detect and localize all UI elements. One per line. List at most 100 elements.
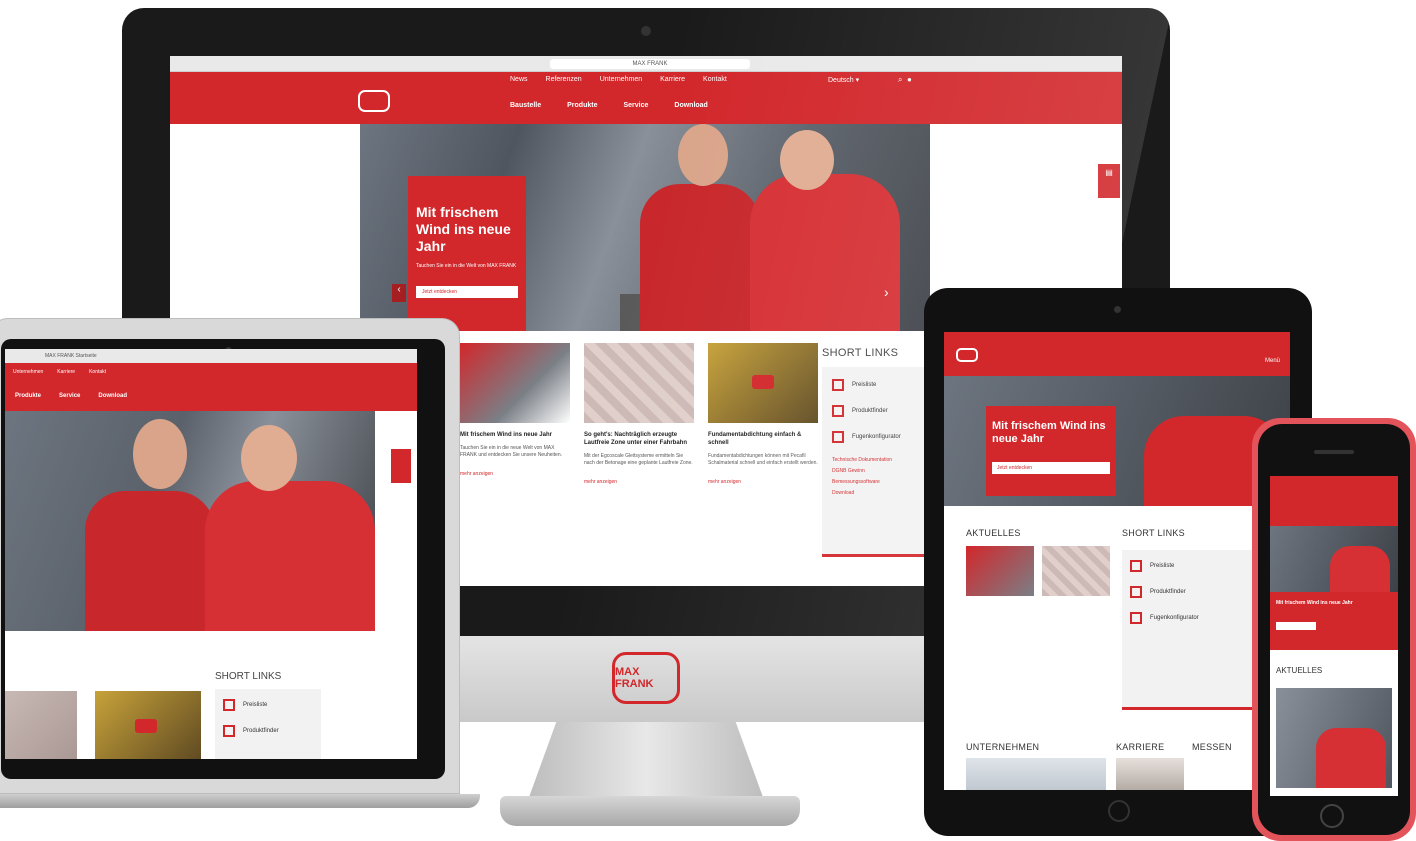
nav-produkte[interactable]: Produkte bbox=[15, 393, 41, 399]
top-link-karriere[interactable]: Karriere bbox=[57, 369, 75, 375]
brand-logo[interactable] bbox=[956, 348, 978, 362]
section-title: AKTUELLES bbox=[966, 528, 1021, 538]
hero-photo-face bbox=[780, 130, 834, 190]
configurator-icon bbox=[1130, 612, 1142, 624]
hero-button[interactable]: Jetzt entdecken bbox=[416, 286, 518, 298]
hero-photo-face bbox=[241, 425, 297, 491]
user-icon[interactable]: ● bbox=[907, 75, 912, 84]
top-link-referenzen[interactable]: Referenzen bbox=[546, 76, 582, 83]
hero-slider bbox=[5, 411, 375, 631]
top-link-karriere[interactable]: Karriere bbox=[660, 76, 685, 83]
language-select[interactable]: Deutsch ▾ bbox=[828, 76, 859, 84]
text-link[interactable]: Bemessungssoftware bbox=[832, 479, 924, 485]
text-link[interactable]: Download bbox=[832, 490, 924, 496]
news-image bbox=[460, 343, 570, 423]
hero-photo-person bbox=[750, 174, 900, 331]
news-more-link[interactable]: mehr anzeigen bbox=[584, 479, 694, 485]
speaker-icon bbox=[1314, 450, 1354, 454]
menu-button[interactable]: Menü bbox=[1265, 358, 1280, 364]
nav-download[interactable]: Download bbox=[98, 393, 127, 399]
hero-photo-person bbox=[205, 481, 375, 631]
main-nav: Baustelle Produkte Service Download bbox=[510, 102, 708, 109]
section-image[interactable] bbox=[966, 758, 1106, 790]
home-button[interactable] bbox=[1320, 804, 1344, 828]
text-link[interactable]: Technische Dokumentation bbox=[832, 457, 924, 463]
news-more-link[interactable]: mehr anzeigen bbox=[460, 471, 570, 477]
finder-icon bbox=[223, 725, 235, 737]
play-icon[interactable] bbox=[752, 375, 774, 389]
nav-service[interactable]: Service bbox=[623, 102, 648, 109]
hero-photo-face bbox=[133, 419, 187, 489]
search-icon[interactable]: ⌕ bbox=[898, 75, 902, 84]
section-title: SHORT LINKS bbox=[1122, 528, 1185, 538]
document-icon bbox=[832, 379, 844, 391]
news-text: Tauchen Sie ein in die neue Welt von MAX… bbox=[460, 445, 563, 458]
news-title: Mit frischem Wind ins neue Jahr bbox=[460, 432, 552, 438]
nav-produkte[interactable]: Produkte bbox=[567, 102, 597, 109]
side-tab[interactable]: ▤ bbox=[1098, 164, 1120, 198]
document-icon bbox=[1130, 560, 1142, 572]
news-card[interactable]: So geht's: Nachträglich erzeugte Lautfre… bbox=[584, 343, 694, 485]
top-link-kontakt[interactable]: Kontakt bbox=[89, 369, 106, 375]
nav-baustelle[interactable]: Baustelle bbox=[510, 102, 541, 109]
news-image bbox=[584, 343, 694, 423]
site-header: Menü bbox=[944, 332, 1290, 376]
top-link-news[interactable]: News bbox=[510, 76, 528, 83]
nav-service[interactable]: Service bbox=[59, 393, 80, 399]
news-image[interactable] bbox=[1042, 546, 1110, 596]
tablet-screen: Menü Mit frischem Wind ins neue Jahr Jet… bbox=[944, 332, 1290, 790]
section-title: AKTUELLES bbox=[1276, 666, 1323, 675]
side-tab[interactable] bbox=[391, 449, 411, 483]
top-link-kontakt[interactable]: Kontakt bbox=[703, 76, 727, 83]
nav-download[interactable]: Download bbox=[674, 102, 707, 109]
short-link-produktfinder[interactable]: Produktfinder bbox=[832, 405, 924, 417]
news-image[interactable] bbox=[1276, 688, 1392, 788]
site-header: Unternehmen Karriere Kontakt Produkte Se… bbox=[5, 363, 417, 411]
text-link[interactable]: DGNB Gewinn bbox=[832, 468, 924, 474]
short-link-fugenkonfigurator[interactable]: Fugenkonfigurator bbox=[1130, 612, 1244, 624]
hero-button[interactable]: Jetzt entdecken bbox=[992, 462, 1110, 474]
finder-icon bbox=[1130, 586, 1142, 598]
news-image[interactable] bbox=[966, 546, 1034, 596]
hero-photo-person bbox=[85, 491, 215, 631]
news-video bbox=[708, 343, 818, 423]
hero-photo-face bbox=[678, 124, 728, 186]
camera-icon bbox=[641, 26, 651, 36]
section-title: UNTERNEHMEN bbox=[966, 742, 1040, 752]
section-title: KARRIERE bbox=[1116, 742, 1165, 752]
chevron-right-icon[interactable]: › bbox=[884, 284, 889, 300]
main-nav: Produkte Service Download bbox=[15, 393, 127, 399]
short-link-fugenkonfigurator[interactable]: Fugenkonfigurator bbox=[832, 431, 924, 443]
short-link-produktfinder[interactable]: Produktfinder bbox=[223, 725, 313, 737]
brand-logo[interactable] bbox=[358, 90, 390, 112]
play-icon[interactable] bbox=[135, 719, 157, 733]
news-card[interactable]: Mit frischem Wind ins neue Jahr Tauchen … bbox=[460, 343, 570, 485]
news-image[interactable] bbox=[5, 691, 77, 759]
camera-icon bbox=[1114, 306, 1121, 313]
hero-slider: Mit frischem Wind ins neue Jahr bbox=[1270, 526, 1398, 650]
short-links-box: Preisliste Produktfinder bbox=[215, 689, 321, 759]
news-list: Mit frischem Wind ins neue Jahr Tauchen … bbox=[460, 343, 818, 485]
news-more-link[interactable]: mehr anzeigen bbox=[708, 479, 818, 485]
top-link-unternehmen[interactable]: Unternehmen bbox=[13, 369, 43, 375]
browser-bar: MAX FRANK bbox=[170, 56, 1122, 72]
short-link-produktfinder[interactable]: Produktfinder bbox=[1130, 586, 1244, 598]
hero-slider: Mit frischem Wind ins neue Jahr Tauchen … bbox=[360, 124, 930, 331]
news-text: Mit der Egcoscale Gleitsysteme ermitteln… bbox=[584, 453, 693, 466]
configurator-icon bbox=[832, 431, 844, 443]
monitor-brand-logo: MAX FRANK bbox=[612, 652, 680, 704]
home-button[interactable] bbox=[1108, 800, 1130, 822]
browser-tab[interactable]: MAX FRANK Startseite bbox=[5, 349, 417, 363]
news-title: Fundamentabdichtung einfach & schnell bbox=[708, 432, 802, 446]
header-icons: ⌕ ● bbox=[898, 75, 912, 85]
chevron-left-icon[interactable]: ‹ bbox=[392, 284, 406, 302]
laptop-screen: MAX FRANK Startseite Unternehmen Karrier… bbox=[5, 349, 417, 759]
short-link-preisliste[interactable]: Preisliste bbox=[1130, 560, 1244, 572]
hero-button[interactable] bbox=[1276, 622, 1316, 630]
short-link-preisliste[interactable]: Preisliste bbox=[832, 379, 924, 391]
short-link-preisliste[interactable]: Preisliste bbox=[223, 699, 313, 711]
top-link-unternehmen[interactable]: Unternehmen bbox=[600, 76, 642, 83]
news-card[interactable]: Fundamentabdichtung einfach & schnell Fu… bbox=[708, 343, 818, 485]
section-image[interactable] bbox=[1116, 758, 1184, 790]
address-bar[interactable]: MAX FRANK bbox=[550, 59, 750, 69]
